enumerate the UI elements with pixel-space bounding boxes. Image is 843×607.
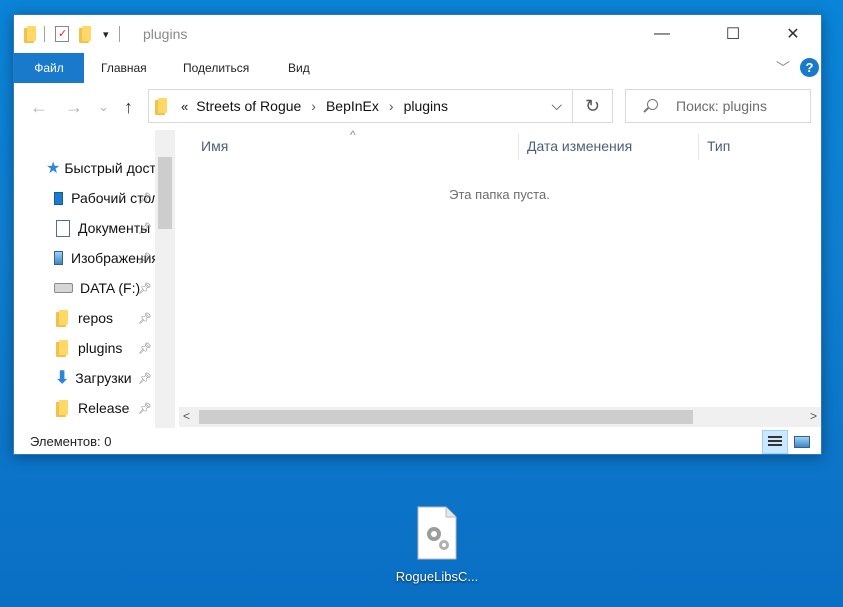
breadcrumb-separator-icon[interactable]: ›	[389, 98, 394, 114]
horizontal-scrollbar[interactable]: < >	[179, 407, 821, 427]
search-input[interactable]: Поиск: plugins	[676, 98, 767, 114]
sidebar-item-plugins[interactable]: plugins 📌︎	[14, 333, 159, 363]
forward-button[interactable]: →	[65, 97, 83, 118]
settings-file-icon	[417, 506, 457, 560]
sidebar-item-label: Release	[78, 400, 130, 416]
scrollbar-thumb[interactable]	[199, 410, 693, 424]
sidebar-item-label: repos	[78, 310, 114, 326]
desktop-icon	[54, 191, 64, 205]
up-button[interactable]: ↑	[124, 97, 133, 118]
tab-home[interactable]: Главная	[101, 53, 147, 83]
pictures-icon	[54, 251, 63, 265]
drive-icon	[54, 283, 73, 293]
item-count: Элементов: 0	[30, 434, 112, 449]
tab-file[interactable]: Файл	[14, 53, 84, 83]
details-view-icon	[768, 436, 782, 438]
title-bar: ✓ ▾ plugins — ☐ ✕	[14, 15, 821, 53]
pin-icon[interactable]: 📌︎	[138, 342, 152, 355]
search-icon	[642, 98, 658, 114]
quick-access-toolbar: ✓ ▾	[24, 24, 120, 44]
column-header-type[interactable]: Тип	[707, 130, 730, 162]
scroll-right-icon[interactable]: >	[810, 409, 817, 423]
explorer-window: ✓ ▾ plugins — ☐ ✕ Файл Главная Поделитьс…	[13, 14, 822, 455]
sidebar-item-downloads[interactable]: ⬇ Загрузки 📌︎	[14, 363, 159, 393]
status-bar: Элементов: 0	[14, 428, 821, 454]
folder-icon	[155, 97, 169, 115]
quick-access-item[interactable]: ★ Быстрый доступ	[14, 153, 159, 183]
large-icons-view-button[interactable]	[792, 432, 812, 452]
sidebar-item-label: Загрузки	[75, 370, 132, 386]
pin-icon[interactable]: 📌︎	[138, 252, 152, 265]
sidebar-item-release[interactable]: Release 📌︎	[14, 393, 159, 423]
maximize-button[interactable]: ☐	[710, 15, 756, 53]
tab-share[interactable]: Поделиться	[183, 53, 249, 83]
customize-toolbar-icon[interactable]: ▾	[103, 28, 109, 41]
file-list: ^ Имя Дата изменения Тип Эта папка пуста…	[176, 128, 821, 428]
downloads-icon: ⬇	[55, 368, 70, 387]
pin-icon[interactable]: 📌︎	[138, 282, 152, 295]
column-divider[interactable]	[518, 134, 519, 160]
recent-locations-button[interactable]: ⌄	[98, 99, 109, 115]
scroll-left-icon[interactable]: <	[183, 409, 190, 423]
desktop-file-label[interactable]: RogueLibsC...	[380, 569, 494, 584]
sidebar-item-label: DATA (F:)	[80, 280, 141, 296]
navigation-bar: ← → ⌄ ↑ « Streets of Rogue › BepInEx › p…	[14, 83, 821, 130]
folder-icon	[56, 309, 70, 327]
pin-icon[interactable]: 📌︎	[138, 192, 152, 205]
sidebar-item-desktop[interactable]: Рабочий стол 📌︎	[14, 183, 159, 213]
back-button[interactable]: ←	[30, 97, 48, 118]
toolbar-separator	[44, 26, 45, 42]
large-icons-view-icon	[794, 436, 810, 448]
sidebar-item-label: plugins	[78, 340, 123, 356]
folder-icon	[56, 399, 70, 417]
pin-icon[interactable]: 📌︎	[138, 222, 152, 235]
ribbon: Файл Главная Поделиться Вид ﹀ ?	[14, 53, 821, 83]
details-view-button[interactable]	[762, 430, 788, 454]
column-header-name[interactable]: Имя	[201, 130, 228, 162]
star-icon: ★	[46, 160, 61, 177]
expand-ribbon-icon[interactable]: ﹀	[776, 53, 790, 83]
documents-icon	[56, 219, 70, 237]
quick-access-label: Быстрый доступ	[64, 160, 159, 176]
desktop-file-icon[interactable]	[416, 506, 458, 560]
sidebar-item-pictures[interactable]: Изображения 📌︎	[14, 243, 159, 273]
address-dropdown-icon[interactable]: ⌵	[551, 97, 562, 114]
navigation-scrollbar[interactable]	[155, 130, 175, 428]
sidebar-item-repos[interactable]: repos 📌︎	[14, 303, 159, 333]
tab-view[interactable]: Вид	[288, 53, 310, 83]
refresh-button[interactable]: ↻	[573, 89, 613, 123]
address-bar[interactable]: « Streets of Rogue › BepInEx › plugins ⌵	[148, 89, 573, 123]
breadcrumb-bepinex[interactable]: BepInEx	[326, 98, 379, 114]
breadcrumb-streets-of-rogue[interactable]: Streets of Rogue	[196, 98, 301, 114]
folder-icon	[24, 25, 38, 43]
sort-indicator-icon: ^	[350, 128, 356, 142]
breadcrumb-plugins[interactable]: plugins	[404, 98, 448, 114]
navigation-pane: ★ Быстрый доступ Рабочий стол 📌︎ Докумен…	[14, 130, 176, 428]
sidebar-item-documents[interactable]: Документы 📌︎	[14, 213, 159, 243]
close-button[interactable]: ✕	[770, 15, 816, 53]
scrollbar-thumb[interactable]	[158, 157, 172, 229]
column-header-date[interactable]: Дата изменения	[527, 130, 632, 162]
search-box[interactable]: Поиск: plugins	[625, 89, 811, 123]
folder-icon	[56, 339, 70, 357]
sidebar-item-data-drive[interactable]: DATA (F:) 📌︎	[14, 273, 159, 303]
pin-icon[interactable]: 📌︎	[138, 402, 152, 415]
help-icon[interactable]: ?	[800, 58, 819, 77]
pin-icon[interactable]: 📌︎	[138, 372, 152, 385]
toolbar-separator	[118, 26, 120, 42]
column-divider[interactable]	[698, 134, 699, 160]
new-folder-icon[interactable]	[79, 25, 93, 43]
window-title: plugins	[143, 26, 188, 42]
overflow-icon[interactable]: «	[181, 99, 188, 114]
pin-icon[interactable]: 📌︎	[138, 312, 152, 325]
minimize-button[interactable]: —	[639, 15, 685, 53]
breadcrumb-separator-icon[interactable]: ›	[311, 98, 316, 114]
empty-folder-message: Эта папка пуста.	[449, 187, 550, 202]
properties-icon[interactable]: ✓	[55, 26, 69, 42]
